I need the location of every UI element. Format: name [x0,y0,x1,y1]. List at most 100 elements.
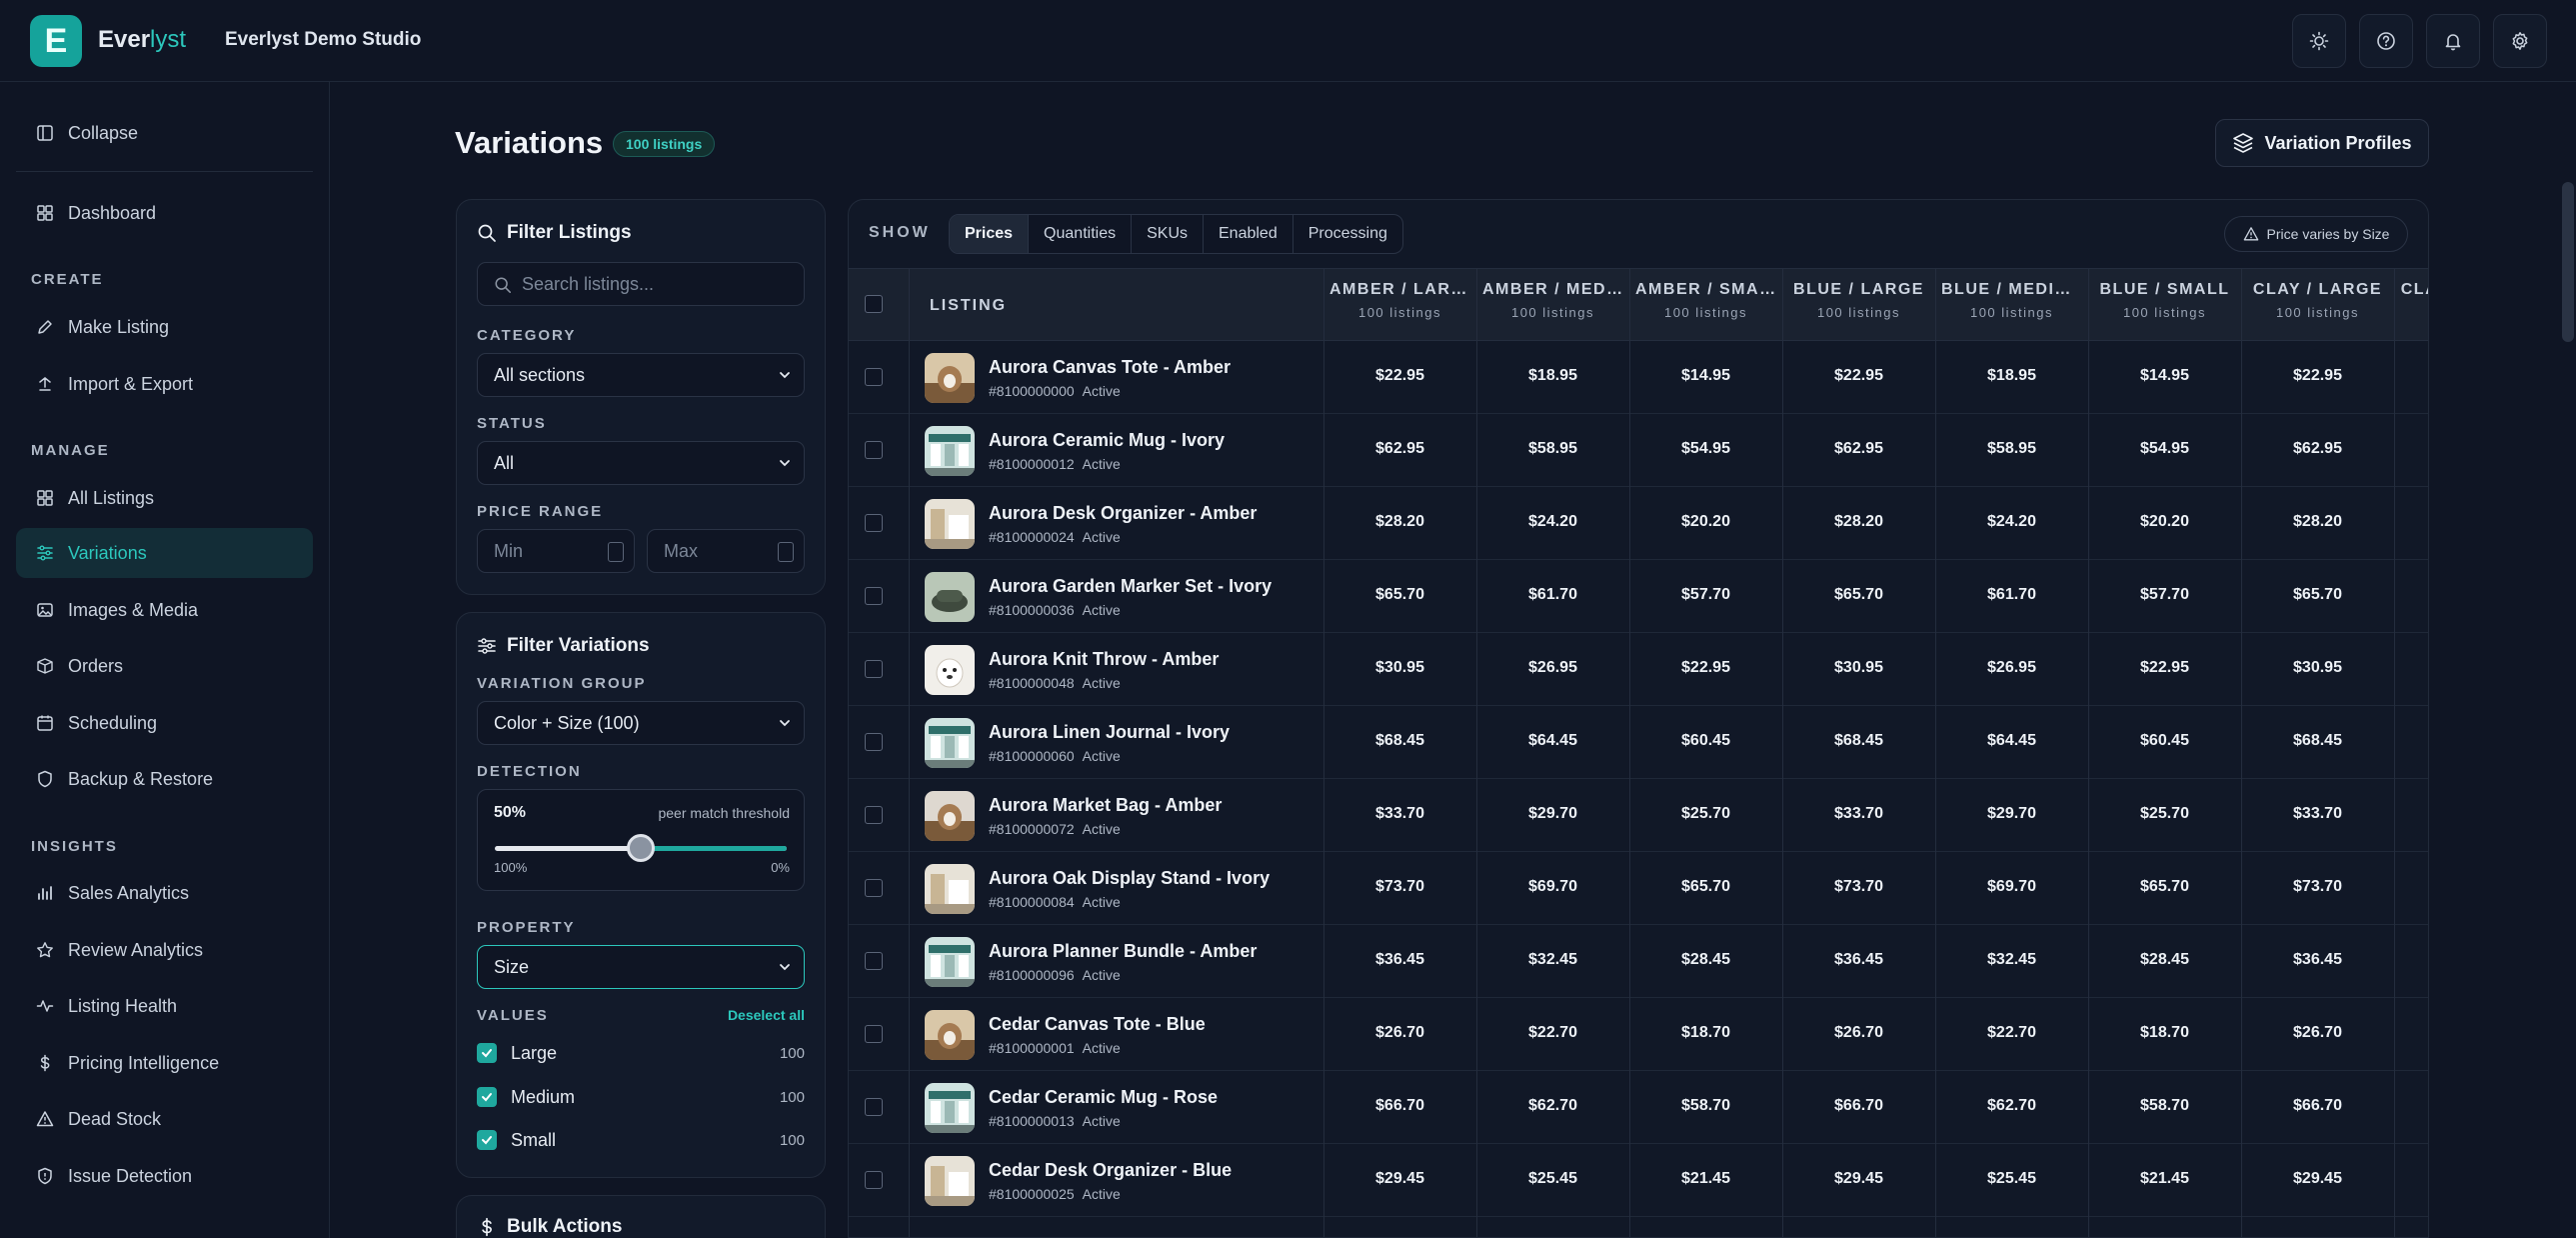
price-cell[interactable]: $24.20 [1935,513,2088,531]
row-checkbox[interactable] [865,733,883,751]
max-price-input[interactable]: Max [647,529,805,573]
listing-thumbnail[interactable] [925,572,975,622]
checkbox-checked-icon[interactable] [477,1043,497,1063]
deselect-all-link[interactable]: Deselect all [728,1007,805,1023]
listing-thumbnail[interactable] [925,353,975,403]
price-cell[interactable]: $25.70 [2088,805,2241,823]
table-row[interactable]: Aurora Planner Bundle - Amber #8100000096… [849,925,2428,998]
row-checkbox[interactable] [865,514,883,532]
price-varies-button[interactable]: Price varies by Size [2224,216,2408,252]
price-cell[interactable]: $36.45 [1323,951,1476,969]
price-cell[interactable]: $28.45 [1629,951,1782,969]
listing-thumbnail[interactable] [925,864,975,914]
listing-name[interactable]: Aurora Linen Journal - Ivory [989,722,1230,743]
sidebar-item-listing-health[interactable]: Listing Health [16,981,313,1031]
table-row[interactable]: Aurora Linen Journal - Ivory #8100000060 A… [849,706,2428,779]
variation-profiles-button[interactable]: Variation Profiles [2215,119,2429,167]
sidebar-item-sales-analytics[interactable]: Sales Analytics [16,868,313,918]
notifications-button[interactable] [2426,14,2480,68]
listing-thumbnail[interactable] [925,791,975,841]
table-row[interactable]: Aurora Ceramic Mug - Ivory #8100000012 Act… [849,414,2428,487]
checkbox-checked-icon[interactable] [477,1087,497,1107]
slider-handle[interactable] [627,834,655,862]
listing-name[interactable]: Cedar Ceramic Mug - Rose [989,1087,1218,1108]
price-cell[interactable]: $36.45 [2241,951,2394,969]
variation-group-select[interactable]: Color + Size (100) [477,701,805,745]
sidebar-item-images-media[interactable]: Images & Media [16,585,313,635]
app-logo[interactable]: E [30,15,82,67]
price-cell[interactable]: $26.95 [1476,659,1629,677]
sidebar-item-import-export[interactable]: Import & Export [16,359,313,409]
sidebar-item-variations[interactable]: Variations [16,528,313,578]
price-cell[interactable]: $61.70 [1476,586,1629,604]
scrollbar-thumb[interactable] [2562,182,2574,342]
price-cell[interactable]: $26.70 [1323,1024,1476,1042]
price-cell[interactable]: $33.70 [1323,805,1476,823]
table-row[interactable]: Aurora Canvas Tote - Amber #8100000000 Act… [849,341,2428,414]
price-cell[interactable]: $58.95 [1476,440,1629,458]
value-checkbox-small[interactable]: Small 100 [477,1127,805,1153]
price-cell[interactable]: $73.70 [2241,878,2394,896]
price-cell[interactable]: $68.45 [2241,732,2394,750]
listing-name[interactable]: Aurora Planner Bundle - Amber [989,941,1257,962]
price-cell[interactable]: $25.70 [1629,805,1782,823]
price-cell[interactable]: $29.70 [1476,805,1629,823]
price-cell[interactable]: $62.95 [1323,440,1476,458]
listing-thumbnail[interactable] [925,1156,975,1206]
category-select[interactable]: All sections [477,353,805,397]
sidebar-item-orders[interactable]: Orders [16,641,313,691]
row-checkbox[interactable] [865,660,883,678]
price-cell[interactable]: $22.95 [2241,367,2394,385]
status-select[interactable]: All [477,441,805,485]
price-cell[interactable]: $28.20 [2241,513,2394,531]
price-cell[interactable]: $62.95 [1782,440,1935,458]
select-all-checkbox[interactable] [865,295,883,313]
price-cell[interactable]: $65.70 [1323,586,1476,604]
help-button[interactable] [2359,14,2413,68]
table-row[interactable]: Aurora Desk Organizer - Amber #8100000024… [849,487,2428,560]
variation-column-header[interactable]: CLAY / MEDIUM [2394,281,2428,305]
checkbox-checked-icon[interactable] [477,1130,497,1150]
listing-thumbnail[interactable] [925,499,975,549]
variation-column-header[interactable]: BLUE / LARGE 100 listings [1782,281,1935,320]
price-cell[interactable]: $22.95 [1629,659,1782,677]
listing-thumbnail[interactable] [925,937,975,987]
listing-name[interactable]: Aurora Garden Marker Set - Ivory [989,576,1272,597]
price-cell[interactable]: $62.95 [2241,440,2394,458]
variation-column-header[interactable]: CLAY / LARGE 100 listings [2241,281,2394,320]
variation-column-header[interactable]: AMBER / MEDIUM 100 listings [1476,281,1629,320]
price-cell[interactable]: $65.70 [1782,586,1935,604]
sidebar-item-dashboard[interactable]: Dashboard [16,188,313,238]
price-cell[interactable]: $58.70 [1629,1097,1782,1115]
price-cell[interactable]: $65.70 [2088,878,2241,896]
price-cell[interactable]: $20.20 [2088,513,2241,531]
price-cell[interactable]: $68.45 [1782,732,1935,750]
price-cell[interactable]: $73.70 [1782,878,1935,896]
price-cell[interactable]: $30.95 [1782,659,1935,677]
price-cell[interactable]: $66.70 [2241,1097,2394,1115]
price-cell[interactable]: $30.95 [2241,659,2394,677]
listing-thumbnail[interactable] [925,645,975,695]
price-cell[interactable]: $66.70 [1323,1097,1476,1115]
listing-thumbnail[interactable] [925,1010,975,1060]
price-cell[interactable]: $21.45 [2088,1170,2241,1188]
variation-column-header[interactable]: AMBER / LARGE 100 listings [1323,281,1476,320]
table-row[interactable]: Cedar Canvas Tote - Blue #8100000001 Activ… [849,998,2428,1071]
price-cell[interactable]: $33.70 [1782,805,1935,823]
sidebar-item-backup-restore[interactable]: Backup & Restore [16,754,313,804]
price-cell[interactable]: $18.95 [1476,367,1629,385]
price-cell[interactable]: $65.70 [2241,586,2394,604]
price-cell[interactable]: $25.45 [1476,1170,1629,1188]
price-cell[interactable]: $28.20 [1782,513,1935,531]
stepper-icon[interactable] [778,542,794,562]
tab-prices[interactable]: Prices [950,215,1030,253]
bulk-actions-title[interactable]: Bulk Actions [477,1216,622,1238]
price-cell[interactable]: $60.45 [2088,732,2241,750]
min-price-input[interactable]: Min [477,529,635,573]
value-checkbox-medium[interactable]: Medium 100 [477,1084,805,1110]
price-cell[interactable]: $61.70 [1935,586,2088,604]
price-cell[interactable]: $21.45 [1629,1170,1782,1188]
price-cell[interactable]: $22.95 [2088,659,2241,677]
price-cell[interactable]: $29.45 [2241,1170,2394,1188]
price-cell[interactable]: $64.45 [1476,732,1629,750]
